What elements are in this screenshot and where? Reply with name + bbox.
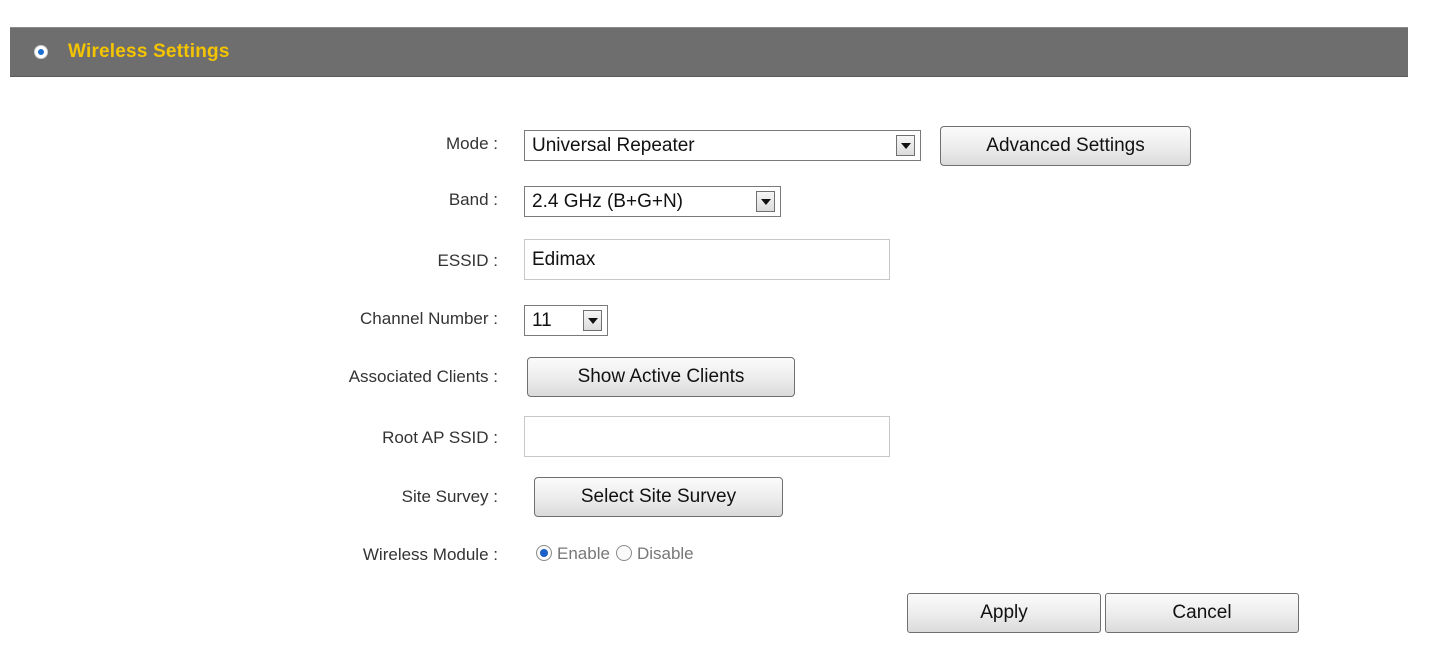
root-ap-ssid-input[interactable] bbox=[524, 416, 890, 457]
disable-radio-label: Disable bbox=[636, 544, 694, 563]
channel-number-select[interactable]: 11 bbox=[524, 305, 608, 336]
show-active-clients-button[interactable]: Show Active Clients bbox=[527, 357, 795, 397]
band-select-value: 2.4 GHz (B+G+N) bbox=[532, 191, 683, 212]
band-label: Band : bbox=[448, 190, 498, 209]
chevron-down-icon[interactable] bbox=[896, 135, 915, 156]
root-ap-ssid-label: Root AP SSID : bbox=[382, 428, 498, 447]
essid-input[interactable]: Edimax bbox=[524, 239, 890, 280]
channel-number-value: 11 bbox=[532, 310, 552, 331]
channel-number-label: Channel Number : bbox=[360, 309, 498, 328]
wireless-module-radio-group: Enable Disable bbox=[536, 544, 700, 564]
apply-button[interactable]: Apply bbox=[907, 593, 1101, 633]
select-site-survey-button[interactable]: Select Site Survey bbox=[534, 477, 783, 517]
section-header: Wireless Settings bbox=[10, 27, 1408, 77]
associated-clients-label: Associated Clients : bbox=[348, 367, 498, 386]
chevron-down-icon[interactable] bbox=[583, 310, 602, 331]
site-survey-label: Site Survey : bbox=[401, 487, 498, 506]
wireless-module-label: Wireless Module : bbox=[362, 545, 498, 564]
disable-radio[interactable] bbox=[615, 545, 632, 561]
section-title: Wireless Settings bbox=[68, 41, 230, 62]
bullet-icon bbox=[34, 45, 48, 59]
mode-select[interactable]: Universal Repeater bbox=[524, 130, 921, 161]
advanced-settings-button[interactable]: Advanced Settings bbox=[940, 126, 1191, 166]
mode-label: Mode : bbox=[446, 134, 498, 153]
chevron-down-icon[interactable] bbox=[756, 191, 775, 212]
cancel-button[interactable]: Cancel bbox=[1105, 593, 1299, 633]
enable-radio-label: Enable bbox=[557, 544, 610, 563]
enable-radio[interactable] bbox=[536, 545, 552, 561]
band-select[interactable]: 2.4 GHz (B+G+N) bbox=[524, 186, 781, 217]
mode-select-value: Universal Repeater bbox=[532, 135, 695, 156]
wireless-settings-page: Wireless Settings Mode : Universal Repea… bbox=[0, 0, 1429, 646]
essid-label: ESSID : bbox=[437, 251, 498, 270]
